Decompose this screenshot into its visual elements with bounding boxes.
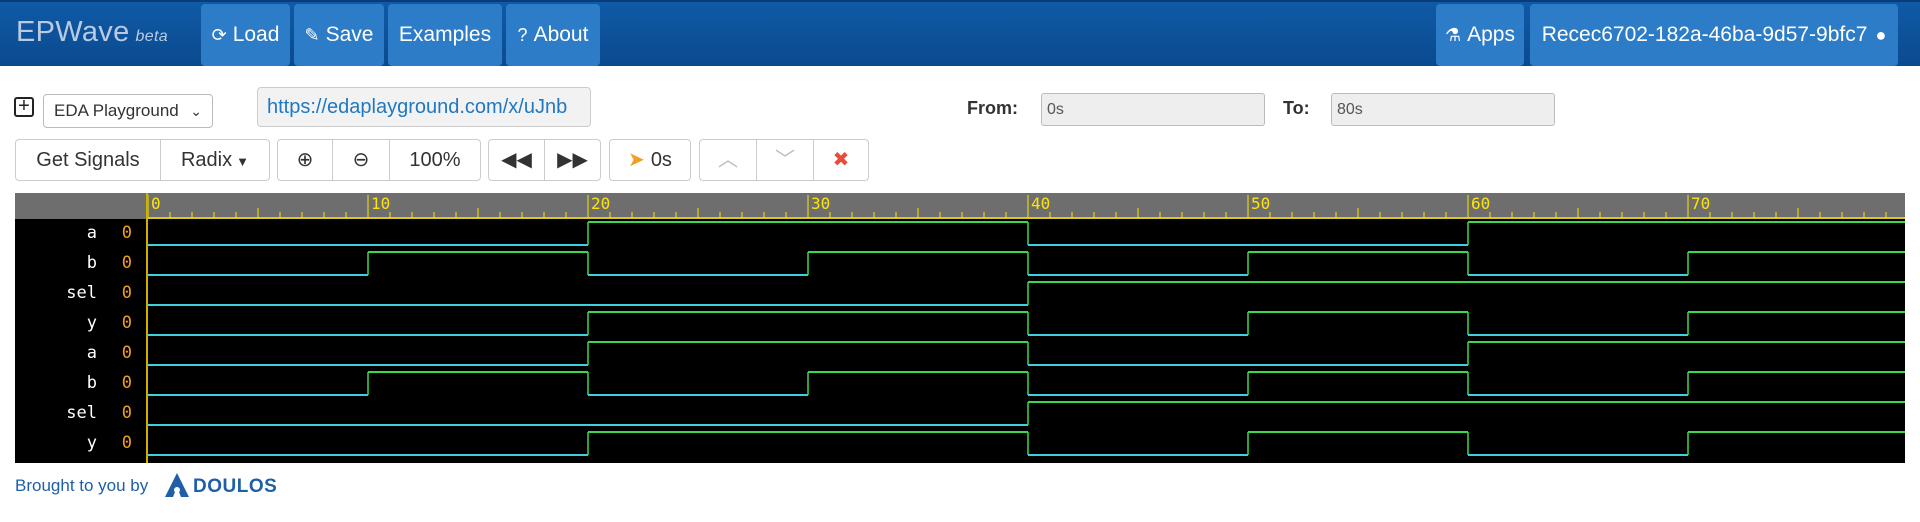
cursor-time-button[interactable]: ➤ 0s <box>609 139 691 181</box>
footer-credit: Brought to you by <box>15 476 149 495</box>
zoom-out-icon: ⊖ <box>352 149 370 171</box>
ruler-tick-label: 40 <box>1031 194 1050 213</box>
to-time-input[interactable]: 80s <box>1331 93 1555 126</box>
radix-button[interactable]: Radix ▼ <box>160 139 270 181</box>
doulos-logo-icon[interactable] <box>163 471 191 499</box>
signal-value: 0 <box>121 403 132 423</box>
forward-button[interactable]: ▶▶ <box>544 139 601 181</box>
signal-row-label[interactable]: sel 0 <box>15 399 147 429</box>
beta-label: beta <box>135 28 168 45</box>
forward-icon: ▶▶ <box>557 149 588 171</box>
about-button[interactable]: ? About <box>506 4 600 66</box>
rewind-button[interactable]: ◀◀ <box>488 139 545 181</box>
user-icon: ● <box>1875 25 1887 45</box>
waveform-graphic <box>148 221 1905 456</box>
brand-name: EPWave <box>16 16 130 48</box>
signal-row-label[interactable]: sel 0 <box>15 279 147 309</box>
time-ruler-graphic: 0 10 20 30 40 50 60 70 <box>147 194 1905 219</box>
zoom-out-button[interactable]: ⊖ <box>332 139 390 181</box>
signal-row-label[interactable]: a0 <box>15 339 147 369</box>
to-label: To: <box>1283 98 1310 118</box>
signal-name: a <box>86 223 97 243</box>
signal-name: sel <box>66 283 97 303</box>
user-menu-button[interactable]: Recec6702-182a-46ba-9d57-9bfc7 ● <box>1530 4 1898 66</box>
signal-row-label[interactable]: b0 <box>15 249 147 279</box>
source-select[interactable]: EDA Playground ⌄ <box>43 94 213 128</box>
chevron-down-icon: ⌄ <box>190 103 202 119</box>
signal-name: y <box>86 433 97 453</box>
chevron-up-icon: ︿ <box>718 149 738 171</box>
signal-row-label[interactable]: a0 <box>15 219 147 249</box>
signal-row-label[interactable]: b0 <box>15 369 147 399</box>
ruler-tick-label: 0 <box>151 194 161 213</box>
zoom-in-button[interactable]: ⊕ <box>277 139 333 181</box>
waveform-panel[interactable]: 0 10 20 30 40 50 60 70 a 0 b 0 sel 0 y 0 a 0 b 0 sel 0 y 0 <box>15 193 1905 463</box>
signal-name: b <box>86 373 97 393</box>
clear-button[interactable]: ✖ <box>813 139 869 181</box>
flask-icon: ⚗ <box>1444 25 1462 45</box>
location-arrow-icon: ➤ <box>628 149 645 171</box>
zoom-in-icon: ⊕ <box>296 149 314 171</box>
chevron-down-icon: ﹀ <box>775 149 795 171</box>
signal-value: 0 <box>121 253 132 273</box>
ruler-tick-label: 30 <box>811 194 830 213</box>
zoom-level-button[interactable]: 100% <box>389 139 481 181</box>
signal-row-label[interactable]: y0 <box>15 429 147 459</box>
signal-value: 0 <box>121 343 132 363</box>
expand-panel-icon[interactable]: + <box>14 96 34 117</box>
playground-url-link[interactable]: https://edaplayground.com/x/uJnb <box>257 87 591 127</box>
examples-button[interactable]: Examples <box>388 4 502 66</box>
app-brand[interactable]: EPWave beta <box>16 16 168 49</box>
refresh-icon: ⟳ <box>211 25 227 45</box>
signal-name: sel <box>66 403 97 423</box>
signal-value: 0 <box>121 433 132 453</box>
load-button[interactable]: ⟳ Load <box>201 4 290 66</box>
signal-value: 0 <box>121 223 132 243</box>
ruler-tick-label: 60 <box>1471 194 1490 213</box>
doulos-logo-text[interactable]: DOULOS <box>193 476 277 498</box>
signal-name: b <box>86 253 97 273</box>
ruler-tick-label: 10 <box>371 194 390 213</box>
ruler-tick-label: 20 <box>591 194 610 213</box>
signal-row-label[interactable]: y0 <box>15 309 147 339</box>
pencil-icon: ✎ <box>304 25 320 45</box>
signal-name: a <box>86 343 97 363</box>
close-icon: ✖ <box>832 149 850 171</box>
prev-edge-button[interactable]: ︿ <box>699 139 757 181</box>
next-edge-button[interactable]: ﹀ <box>756 139 814 181</box>
signal-name-column: a 0 b 0 sel 0 y 0 a 0 b 0 sel 0 y 0 <box>15 219 147 463</box>
top-navbar: EPWave beta ⟳ Load ✎ Save Examples ? About ⚗… <box>0 0 1920 66</box>
signal-name: y <box>86 313 97 333</box>
question-circle-icon: ? <box>517 25 528 45</box>
ruler-tick-label: 50 <box>1251 194 1270 213</box>
save-button[interactable]: ✎ Save <box>294 4 384 66</box>
signal-value: 0 <box>121 283 132 303</box>
time-ruler[interactable]: 0 10 20 30 40 50 60 70 <box>15 193 1905 219</box>
signal-value: 0 <box>121 373 132 393</box>
ruler-tick-label: 70 <box>1691 194 1710 213</box>
backward-icon: ◀◀ <box>501 149 532 171</box>
apps-button[interactable]: ⚗ Apps <box>1436 4 1524 66</box>
caret-down-icon: ▼ <box>236 154 249 169</box>
from-label: From: <box>967 98 1018 118</box>
signal-value: 0 <box>121 313 132 333</box>
from-time-input[interactable]: 0s <box>1041 93 1265 126</box>
get-signals-button[interactable]: Get Signals <box>15 139 161 181</box>
